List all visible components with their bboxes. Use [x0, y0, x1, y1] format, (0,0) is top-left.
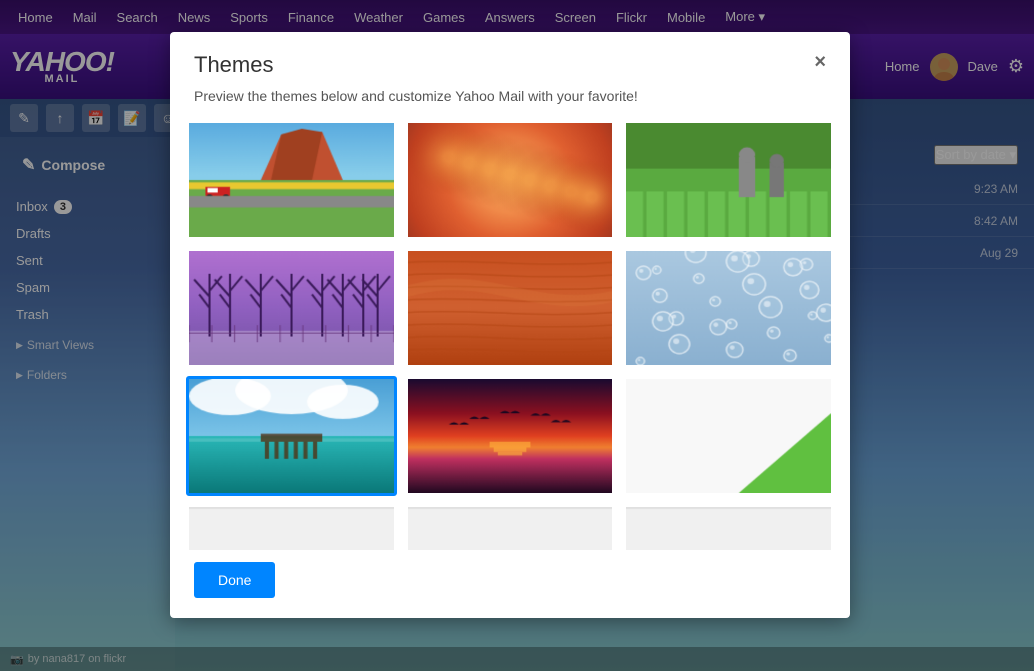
theme-light-2[interactable] — [405, 504, 616, 550]
theme-garden-figures[interactable] — [623, 120, 834, 240]
theme-desert-mesa[interactable] — [186, 120, 397, 240]
done-button[interactable]: Done — [194, 562, 275, 598]
theme-green-white[interactable] — [623, 376, 834, 496]
dialog-footer: Done — [170, 550, 850, 618]
theme-light-1[interactable] — [186, 504, 397, 550]
theme-water-drops[interactable] — [623, 248, 834, 368]
close-button[interactable]: × — [814, 52, 826, 72]
theme-sunset-lake[interactable] — [405, 376, 616, 496]
themes-dialog: Themes × Preview the themes below and cu… — [170, 32, 850, 618]
dialog-title: Themes — [194, 52, 273, 78]
theme-grid — [170, 120, 850, 550]
theme-orange-blur[interactable] — [405, 120, 616, 240]
theme-sand-dunes[interactable] — [405, 248, 616, 368]
dialog-header: Themes × — [170, 32, 850, 88]
dialog-subtitle: Preview the themes below and customize Y… — [170, 88, 850, 120]
theme-winter-trees[interactable] — [186, 248, 397, 368]
theme-ocean-pier[interactable] — [186, 376, 397, 496]
theme-light-3[interactable] — [623, 504, 834, 550]
